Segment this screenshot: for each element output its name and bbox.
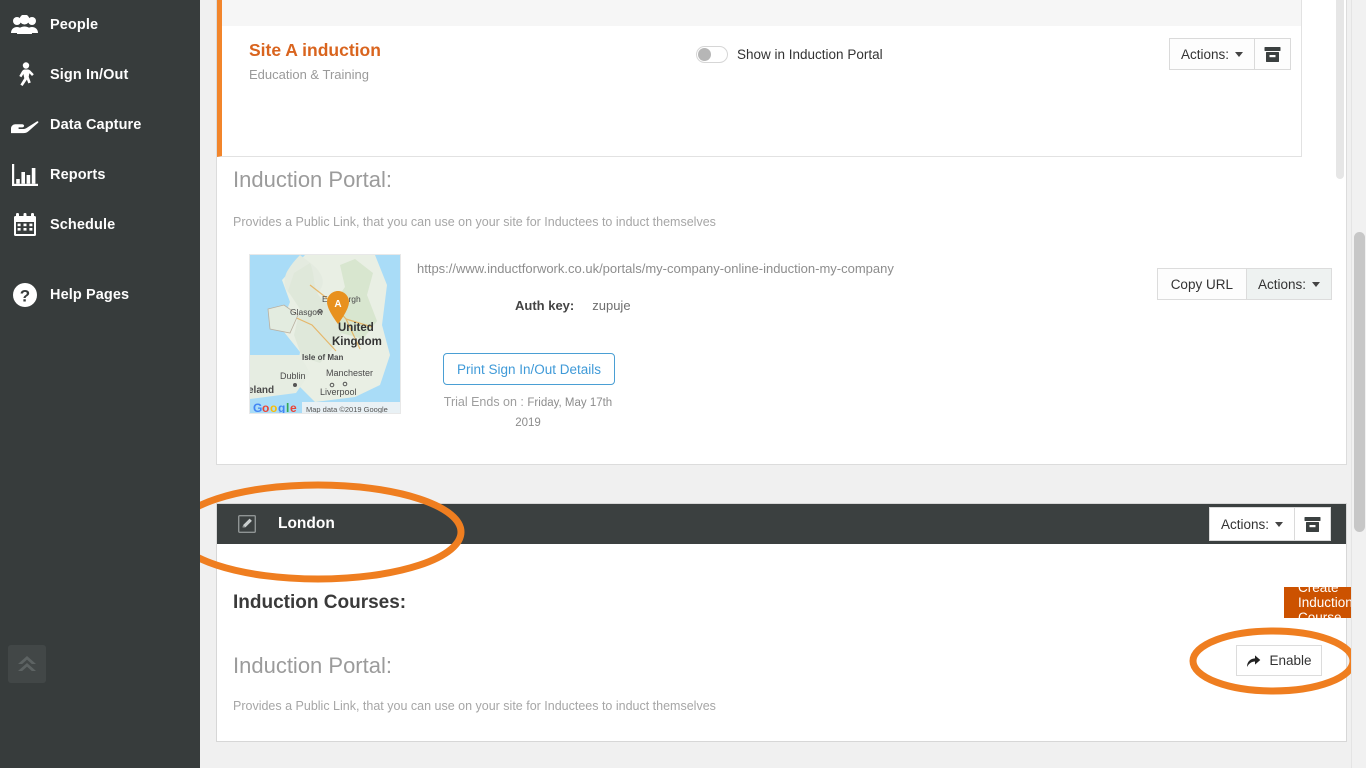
trial-end-notice: Trial Ends on : Friday, May 17th 2019 [423, 392, 633, 433]
chevron-down-icon [1235, 51, 1243, 57]
trial-year: 2019 [515, 417, 541, 429]
chevron-down-icon [1312, 281, 1320, 287]
sidebar-item-people[interactable]: People [0, 0, 200, 50]
show-in-portal-toggle-group: Show in Induction Portal [696, 46, 883, 63]
induction-courses-list: General Induction Education & Training S… [217, 0, 1302, 157]
calendar-icon [8, 210, 42, 240]
sidebar-item-label: Data Capture [50, 117, 142, 133]
map-thumbnail[interactable]: Edinburgh Glasgow United Kingdom Isle of… [249, 254, 401, 414]
site-portal-description: Provides a Public Link, that you can use… [233, 699, 716, 713]
enable-button[interactable]: Enable [1236, 645, 1322, 676]
app-root: People Sign In/Out Data Capture Reports … [0, 0, 1366, 768]
sidebar-item-help-pages[interactable]: ? Help Pages [0, 270, 200, 320]
svg-text:Map data ©2019 Google: Map data ©2019 Google [306, 405, 388, 414]
sidebar-item-reports[interactable]: Reports [0, 150, 200, 200]
page-scrollbar-thumb[interactable] [1354, 232, 1365, 532]
svg-text:e: e [290, 401, 297, 414]
share-arrow-icon [1246, 654, 1261, 668]
inner-scrollbar-thumb[interactable] [1336, 0, 1344, 179]
sidebar-item-label: People [50, 17, 99, 33]
site-archive-button[interactable] [1295, 507, 1331, 541]
question-circle-icon: ? [8, 280, 42, 310]
svg-text:Manchester: Manchester [326, 368, 373, 378]
svg-text:Kingdom: Kingdom [332, 336, 382, 348]
site-portal-heading: Induction Portal: [233, 653, 392, 678]
sidebar-item-sign-in-out[interactable]: Sign In/Out [0, 50, 200, 100]
sidebar-collapse-button[interactable] [8, 645, 46, 683]
svg-text:Isle of Man: Isle of Man [302, 353, 343, 362]
auth-key-row: Auth key: zupuje [515, 298, 631, 313]
double-chevron-up-icon [18, 656, 36, 671]
svg-text:A: A [334, 299, 341, 310]
course-row-actions: Actions: [1168, 38, 1291, 70]
svg-text:Liverpool: Liverpool [320, 387, 357, 397]
site-card-london: London Actions: Induction Courses: Creat… [216, 503, 1366, 742]
chevron-down-icon [1275, 521, 1283, 527]
induction-portal-section: Induction Portal: Provides a Public Link… [217, 167, 1348, 429]
main-content: General Induction Education & Training S… [200, 0, 1366, 768]
portal-public-url[interactable]: https://www.inductforwork.co.uk/portals/… [417, 261, 894, 276]
portal-action-buttons: Copy URL Actions: [1156, 268, 1332, 300]
course-row: General Induction Education & Training S… [222, 0, 1301, 26]
trial-date: Friday, May 17th [527, 397, 613, 409]
sidebar-item-label: Schedule [50, 217, 116, 233]
people-icon [8, 10, 42, 40]
sidebar-item-label: Sign In/Out [50, 67, 129, 83]
show-in-portal-toggle[interactable] [696, 46, 728, 63]
bar-chart-icon [8, 160, 42, 190]
svg-text:Dublin: Dublin [280, 371, 306, 381]
auth-key-value: zupuje [592, 298, 631, 313]
sidebar-item-data-capture[interactable]: Data Capture [0, 100, 200, 150]
course-info: Site A induction Education & Training [249, 40, 679, 83]
enable-button-label: Enable [1269, 653, 1312, 668]
site-actions-dropdown-button[interactable]: Actions: [1208, 507, 1295, 541]
archive-box-icon [1304, 516, 1321, 532]
hand-icon [8, 110, 42, 140]
course-title[interactable]: Site A induction [249, 40, 679, 60]
svg-text:g: g [278, 401, 285, 414]
auth-key-label: Auth key: [515, 298, 575, 313]
site-header-bar: London Actions: [217, 504, 1346, 544]
svg-text:United: United [338, 322, 374, 334]
induction-courses-heading: Induction Courses: [233, 592, 407, 613]
inner-scrollbar-track[interactable] [1335, 0, 1345, 399]
svg-text:o: o [262, 401, 269, 414]
show-in-portal-label: Show in Induction Portal [737, 47, 883, 62]
sidebar: People Sign In/Out Data Capture Reports … [0, 0, 200, 768]
svg-text:o: o [270, 401, 277, 414]
site-header-actions: Actions: [1208, 507, 1331, 541]
portal-description: Provides a Public Link, that you can use… [233, 215, 716, 229]
actions-dropdown-button[interactable]: Actions: [1168, 38, 1255, 70]
site-name: London [278, 515, 335, 532]
svg-text:eland: eland [250, 385, 274, 396]
sidebar-item-schedule[interactable]: Schedule [0, 200, 200, 250]
archive-button[interactable] [1255, 38, 1291, 70]
svg-text:G: G [253, 401, 262, 414]
archive-box-icon [1264, 46, 1281, 62]
company-induction-card: General Induction Education & Training S… [216, 0, 1347, 465]
course-row: Site A induction Education & Training Sh… [222, 26, 1301, 112]
portal-heading: Induction Portal: [233, 167, 392, 192]
sidebar-item-label: Help Pages [50, 287, 130, 303]
sidebar-item-label: Reports [50, 167, 106, 183]
portal-body: Edinburgh Glasgow United Kingdom Isle of… [217, 254, 1348, 429]
svg-text:l: l [286, 401, 289, 414]
course-category: Education & Training [249, 67, 369, 82]
page-scrollbar-track[interactable] [1351, 0, 1366, 768]
svg-text:?: ? [20, 287, 30, 306]
edit-pencil-square-icon[interactable] [238, 515, 256, 533]
copy-url-button[interactable]: Copy URL [1156, 268, 1247, 300]
portal-actions-dropdown-button[interactable]: Actions: [1246, 268, 1332, 300]
trial-label: Trial Ends on : [443, 395, 524, 409]
print-sign-in-out-details-button[interactable]: Print Sign In/Out Details [443, 353, 615, 385]
walking-person-icon [8, 60, 42, 90]
